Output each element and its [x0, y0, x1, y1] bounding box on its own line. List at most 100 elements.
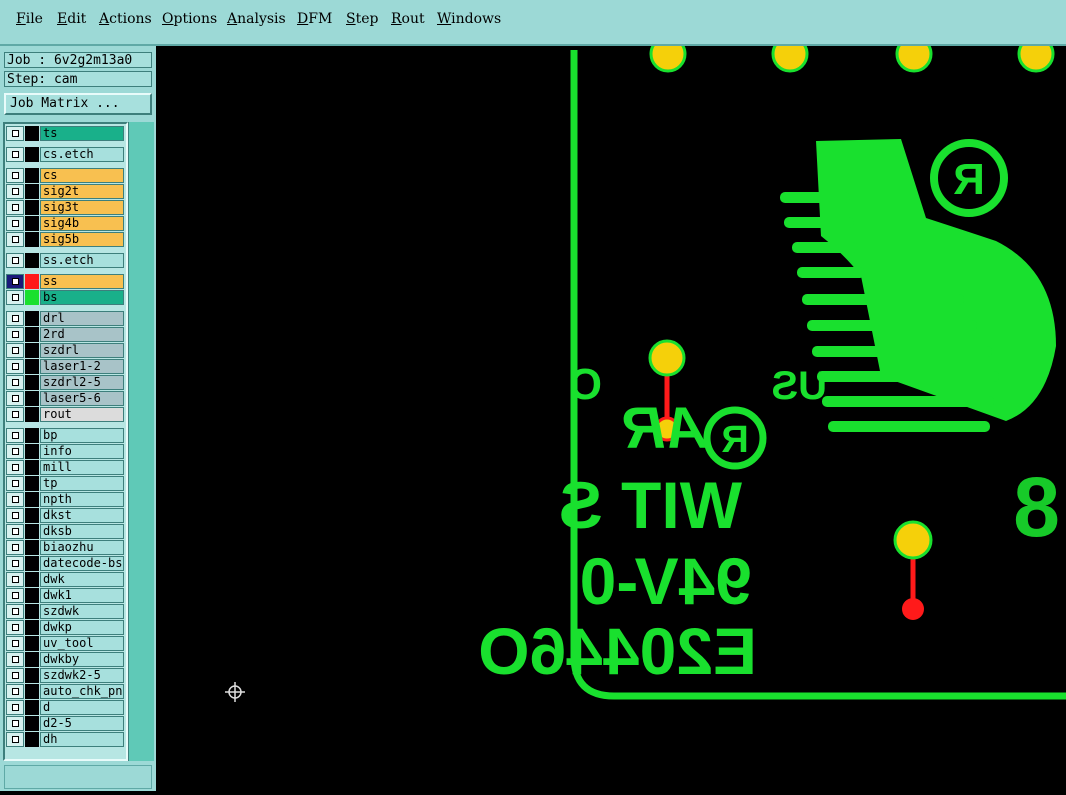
layer-color-swatch[interactable] [25, 359, 39, 374]
layer-color-swatch[interactable] [25, 556, 39, 571]
layer-name[interactable]: dwkby [40, 652, 124, 667]
layer-row-npth[interactable]: npth [6, 492, 125, 507]
menu-edit[interactable]: Edit [57, 11, 86, 27]
layer-name[interactable]: sig4b [40, 216, 124, 231]
layer-name[interactable]: mill [40, 460, 124, 475]
layer-checkbox[interactable] [6, 428, 24, 443]
layer-row-biaozhu[interactable]: biaozhu [6, 540, 125, 555]
layer-color-swatch[interactable] [25, 476, 39, 491]
layer-color-swatch[interactable] [25, 588, 39, 603]
layer-color-swatch[interactable] [25, 200, 39, 215]
layer-color-swatch[interactable] [25, 668, 39, 683]
layer-color-swatch[interactable] [25, 391, 39, 406]
menu-file[interactable]: File [16, 11, 43, 27]
layer-color-swatch[interactable] [25, 232, 39, 247]
layer-checkbox[interactable] [6, 375, 24, 390]
layer-checkbox[interactable] [6, 147, 24, 162]
layer-checkbox[interactable] [6, 253, 24, 268]
layer-row-dwk[interactable]: dwk [6, 572, 125, 587]
layer-row-uv_tool[interactable]: uv_tool [6, 636, 125, 651]
layer-name[interactable]: d2-5 [40, 716, 124, 731]
layer-name[interactable]: szdrl2-5 [40, 375, 124, 390]
layer-color-swatch[interactable] [25, 428, 39, 443]
layer-color-swatch[interactable] [25, 508, 39, 523]
menu-step[interactable]: Step [346, 11, 378, 27]
layer-row-szdwk[interactable]: szdwk [6, 604, 125, 619]
layer-name[interactable]: dwk1 [40, 588, 124, 603]
layer-color-swatch[interactable] [25, 572, 39, 587]
layer-row-bp[interactable]: bp [6, 428, 125, 443]
layer-row-rout[interactable]: rout [6, 407, 125, 422]
layer-name[interactable]: sig3t [40, 200, 124, 215]
layer-row-sig2t[interactable]: sig2t [6, 184, 125, 199]
layer-name[interactable]: bp [40, 428, 124, 443]
layer-name[interactable]: dwkp [40, 620, 124, 635]
layer-name[interactable]: rout [40, 407, 124, 422]
menu-options[interactable]: Options [162, 11, 217, 27]
layer-checkbox[interactable] [6, 200, 24, 215]
layer-checkbox[interactable] [6, 620, 24, 635]
layer-color-swatch[interactable] [25, 460, 39, 475]
menu-actions[interactable]: Actions [99, 11, 152, 27]
layer-color-swatch[interactable] [25, 620, 39, 635]
layer-name[interactable]: d [40, 700, 124, 715]
layer-color-swatch[interactable] [25, 343, 39, 358]
layer-color-swatch[interactable] [25, 684, 39, 699]
layer-row-szdwk2-5[interactable]: szdwk2-5 [6, 668, 125, 683]
graphics-canvas[interactable]: R C US AR WIT S 94V-0 E20446O 8 R [156, 35, 1066, 791]
layer-color-swatch[interactable] [25, 311, 39, 326]
layer-name[interactable]: sig2t [40, 184, 124, 199]
layer-checkbox[interactable] [6, 184, 24, 199]
layer-name[interactable]: szdwk2-5 [40, 668, 124, 683]
layer-checkbox[interactable] [6, 540, 24, 555]
layer-color-swatch[interactable] [25, 716, 39, 731]
menu-analysis[interactable]: Analysis [227, 11, 286, 27]
layer-color-swatch[interactable] [25, 524, 39, 539]
layer-row-auto_chk_pn[interactable]: auto_chk_pn [6, 684, 125, 699]
layer-checkbox[interactable] [6, 359, 24, 374]
layer-row-dwk1[interactable]: dwk1 [6, 588, 125, 603]
menu-windows[interactable]: Windows [437, 11, 501, 27]
layer-row-szdrl[interactable]: szdrl [6, 343, 125, 358]
layer-name[interactable]: ss.etch [40, 253, 124, 268]
layer-checkbox[interactable] [6, 700, 24, 715]
layer-row-dkst[interactable]: dkst [6, 508, 125, 523]
layer-row-mill[interactable]: mill [6, 460, 125, 475]
layer-row-drl[interactable]: drl [6, 311, 125, 326]
layer-color-swatch[interactable] [25, 290, 39, 305]
layer-name[interactable]: npth [40, 492, 124, 507]
layer-name[interactable]: cs.etch [40, 147, 124, 162]
layer-name[interactable]: ts [40, 126, 124, 141]
layer-row-tp[interactable]: tp [6, 476, 125, 491]
layer-checkbox[interactable] [6, 232, 24, 247]
menu-rout[interactable]: Rout [391, 11, 425, 27]
layer-checkbox[interactable] [6, 216, 24, 231]
layer-row-dh[interactable]: dh [6, 732, 125, 747]
layer-color-swatch[interactable] [25, 327, 39, 342]
layer-checkbox[interactable] [6, 343, 24, 358]
layer-checkbox[interactable] [6, 126, 24, 141]
layer-checkbox[interactable] [6, 492, 24, 507]
layer-checkbox[interactable] [6, 716, 24, 731]
layer-name[interactable]: dwk [40, 572, 124, 587]
layer-name[interactable]: cs [40, 168, 124, 183]
layer-checkbox[interactable] [6, 311, 24, 326]
layer-name[interactable]: dksb [40, 524, 124, 539]
layer-color-swatch[interactable] [25, 147, 39, 162]
layer-checkbox[interactable] [6, 524, 24, 539]
layer-checkbox[interactable] [6, 588, 24, 603]
layer-checkbox[interactable] [6, 460, 24, 475]
layer-color-swatch[interactable] [25, 492, 39, 507]
layer-color-swatch[interactable] [25, 444, 39, 459]
layer-name[interactable]: auto_chk_pn [40, 684, 124, 699]
layer-row-d[interactable]: d [6, 700, 125, 715]
layer-color-swatch[interactable] [25, 253, 39, 268]
layer-row-bs[interactable]: bs [6, 290, 125, 305]
layer-name[interactable]: uv_tool [40, 636, 124, 651]
layer-name[interactable]: tp [40, 476, 124, 491]
layer-name[interactable]: laser1-2 [40, 359, 124, 374]
layer-name[interactable]: laser5-6 [40, 391, 124, 406]
layer-checkbox[interactable] [6, 508, 24, 523]
layer-checkbox[interactable] [6, 327, 24, 342]
layer-checkbox[interactable] [6, 684, 24, 699]
